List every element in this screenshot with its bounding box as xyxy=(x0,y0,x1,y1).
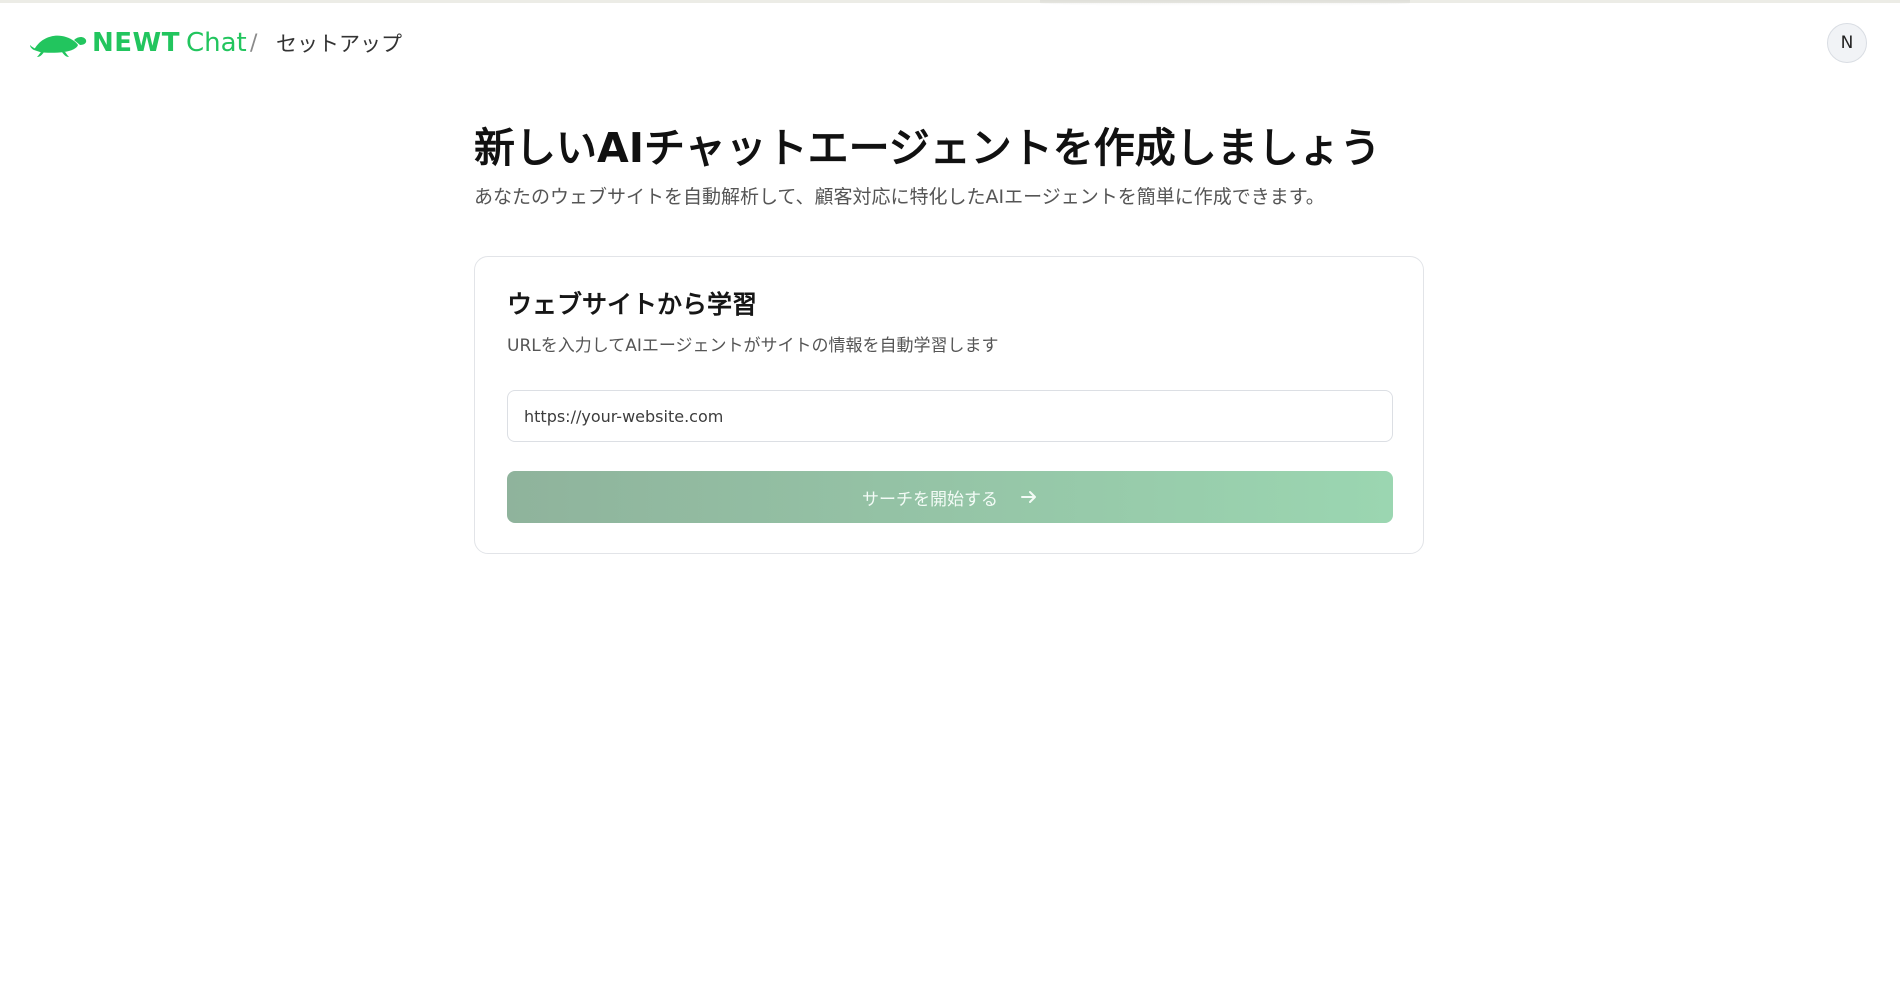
newt-chat-logo[interactable]: NEWT Chat xyxy=(30,28,247,58)
app-header: NEWT Chat / セットアップ N xyxy=(0,0,1900,90)
main-content: 新しいAIチャットエージェントを作成しましょう あなたのウェブサイトを自動解析し… xyxy=(474,120,1426,554)
start-search-button[interactable]: サーチを開始する xyxy=(507,471,1393,523)
start-search-button-label: サーチを開始する xyxy=(862,489,998,510)
logo-wordmark-strong: NEWT xyxy=(92,28,180,58)
website-learning-card: ウェブサイトから学習 URLを入力してAIエージェントがサイトの情報を自動学習し… xyxy=(474,256,1424,554)
page-subtitle: あなたのウェブサイトを自動解析して、顧客対応に特化したAIエージェントを簡単に作… xyxy=(474,186,1325,208)
logo-wordmark-light: Chat xyxy=(185,28,247,58)
logo-wordmark: NEWT Chat xyxy=(92,28,247,58)
breadcrumb-separator: / xyxy=(250,31,258,56)
card-title: ウェブサイトから学習 xyxy=(507,290,758,319)
website-url-input[interactable] xyxy=(507,390,1393,442)
arrow-right-icon xyxy=(1021,491,1036,503)
user-avatar[interactable]: N xyxy=(1827,23,1867,63)
breadcrumb-current-page: セットアップ xyxy=(276,32,402,56)
turtle-logo-icon xyxy=(30,35,87,57)
card-description: URLを入力してAIエージェントがサイトの情報を自動学習します xyxy=(507,336,999,356)
page-title: 新しいAIチャットエージェントを作成しましょう xyxy=(474,124,1381,172)
